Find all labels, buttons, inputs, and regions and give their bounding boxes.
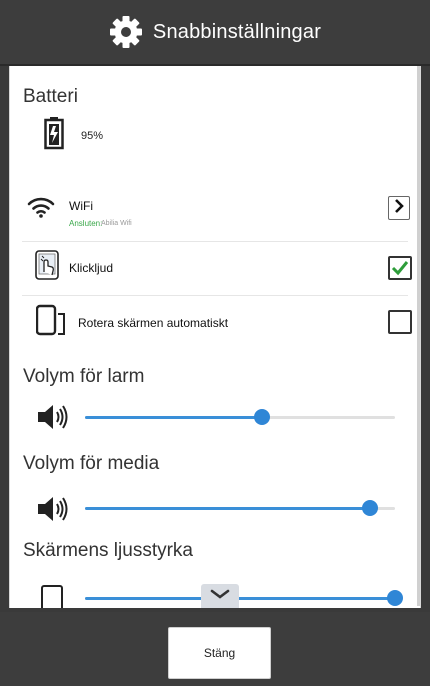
gear-icon <box>109 15 143 49</box>
close-button[interactable]: Stäng <box>168 627 271 679</box>
battery-icon <box>44 116 64 155</box>
chevron-down-icon <box>209 587 231 605</box>
battery-level: 95% <box>81 130 104 142</box>
battery-title: Batteri <box>23 86 78 107</box>
page-title: Snabbinställningar <box>152 20 322 43</box>
click-sound-checkbox[interactable] <box>388 256 412 280</box>
checkmark-icon <box>391 259 409 282</box>
wifi-row[interactable]: WiFi Ansluten: Abilia Wifi <box>22 184 410 240</box>
click-sound-label: Klickljud <box>69 261 114 275</box>
brightness-title: Skärmens ljusstyrka <box>23 540 193 561</box>
auto-rotate-row[interactable]: Rotera skärmen automatiskt <box>22 296 412 348</box>
wifi-icon <box>27 196 55 223</box>
click-sound-row[interactable]: Klickljud <box>22 242 412 294</box>
scroll-down-button[interactable] <box>201 584 239 608</box>
footer-bar: Stäng <box>0 612 430 686</box>
brightness-slider[interactable] <box>85 590 403 606</box>
slider-fill <box>85 507 371 510</box>
media-volume-title: Volym för media <box>23 453 160 474</box>
slider-thumb[interactable] <box>362 500 379 516</box>
alarm-volume-title: Volym för larm <box>23 366 145 387</box>
rotate-screen-icon <box>35 304 66 343</box>
quick-settings-panel[interactable]: Batteri 95% WiFi Ansluten: Abilia Wifi K… <box>9 66 421 608</box>
alarm-volume-slider[interactable] <box>85 409 395 425</box>
auto-rotate-checkbox[interactable] <box>388 310 412 334</box>
wifi-label: WiFi <box>69 199 93 213</box>
speaker-icon <box>36 402 72 437</box>
speaker-icon <box>36 494 72 529</box>
wifi-network-name: Abilia Wifi <box>101 220 132 227</box>
media-volume-slider[interactable] <box>85 500 395 516</box>
slider-thumb[interactable] <box>387 590 403 606</box>
wifi-settings-button[interactable] <box>388 196 410 220</box>
header-bar: Snabbinställningar <box>0 0 430 66</box>
chevron-right-icon <box>393 198 405 219</box>
slider-thumb[interactable] <box>253 409 270 425</box>
wifi-status-label: Ansluten: <box>69 219 103 228</box>
auto-rotate-label: Rotera skärmen automatiskt <box>78 316 229 330</box>
slider-fill <box>85 416 262 419</box>
touch-screen-icon <box>34 250 60 285</box>
scrollbar[interactable] <box>417 66 420 606</box>
brightness-phone-icon <box>40 584 66 608</box>
slider-fill <box>85 597 395 600</box>
